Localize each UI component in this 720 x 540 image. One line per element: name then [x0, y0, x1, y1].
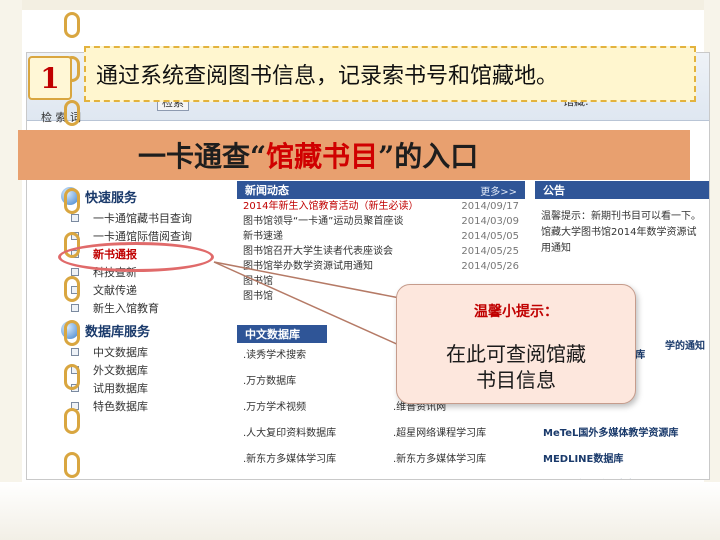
- database-link[interactable]: .新东方多媒体学习库: [237, 447, 387, 473]
- highlight-ellipse: [58, 242, 214, 272]
- news-row-date: 2014/05/25: [461, 246, 519, 257]
- database-link[interactable]: .万方数据库: [237, 369, 387, 395]
- sidebar-item[interactable]: 一卡通馆藏书目查询: [27, 209, 231, 227]
- sidebar-item-label: 试用数据库: [93, 382, 148, 395]
- news-row-date: 2014/09/17: [461, 201, 519, 212]
- news-title: 新闻动态: [245, 184, 289, 197]
- background-stripe-top: [0, 0, 720, 10]
- news-row-title: 图书馆: [243, 276, 273, 287]
- sidebar-item-label: 一卡通馆藏书目查询: [93, 212, 192, 225]
- news-row-title: 2014年新生入馆教育活动（新生必读）: [243, 201, 419, 212]
- callout-body: 在此可查阅馆藏 书目信息: [397, 341, 635, 393]
- sidebar-item-label: 中文数据库: [93, 346, 148, 359]
- sidebar-item[interactable]: 特色数据库: [27, 397, 231, 415]
- callout-line-2: 书目信息: [476, 368, 556, 392]
- banner-suffix: ”的入口: [378, 140, 479, 173]
- database-link[interactable]: .台湾华艺期刊学位数据库平台: [237, 473, 387, 479]
- spiral-ring: [64, 408, 80, 434]
- notice-line[interactable]: 馆藏大学图书馆2014年数学资源试用通知: [541, 225, 705, 257]
- banner-highlight: 馆藏书目: [266, 140, 379, 173]
- database-link: [387, 473, 537, 479]
- bottom-area: [0, 482, 720, 540]
- sidebar-item[interactable]: 外文数据库: [27, 361, 231, 379]
- tip-callout: 温馨小提示： 在此可查阅馆藏 书目信息: [396, 284, 636, 404]
- sidebar-item[interactable]: 文献传递: [27, 281, 231, 299]
- entry-banner: 一卡通查“ 馆藏书目 ”的入口: [18, 130, 690, 180]
- database-link[interactable]: MeTeL外语学习数据库: [537, 473, 709, 479]
- spiral-ring: [64, 276, 80, 302]
- sidebar-section-title: 快速服务: [85, 190, 138, 206]
- news-row-title: 新书速递: [243, 231, 283, 242]
- callout-line-1: 在此可查阅馆藏: [446, 342, 586, 366]
- notice-header: 公告: [535, 181, 709, 199]
- news-row[interactable]: 2014年新生入馆教育活动（新生必读） 2014/09/17: [237, 199, 525, 214]
- sidebar-item[interactable]: 中文数据库: [27, 343, 231, 361]
- callout-title: 温馨小提示：: [474, 304, 558, 320]
- news-row[interactable]: 图书馆领导“一卡通”运动员聚首座谈 2014/03/09: [237, 214, 525, 229]
- sidebar: 快速服务 一卡通馆藏书目查询 一卡通馆际借阅查询 新书通报 科技查新 文献传递 新生入馆教育…: [27, 183, 231, 479]
- sidebar-section: 数据库服务: [27, 317, 231, 343]
- news-row-title: 图书馆: [243, 291, 273, 302]
- instruction-note: 通过系统查阅图书信息，记录索书号和馆藏地。: [84, 46, 696, 102]
- sidebar-item-label: 外文数据库: [93, 364, 148, 377]
- spiral-ring: [64, 188, 80, 214]
- database-link[interactable]: .万方学术视频: [237, 395, 387, 421]
- banner-prefix: 一卡通查“: [138, 140, 267, 173]
- spiral-ring: [64, 364, 80, 390]
- news-header: 新闻动态 更多>>: [237, 181, 525, 199]
- news-row[interactable]: 新书速递 2014/05/05: [237, 229, 525, 244]
- sidebar-item-label: 特色数据库: [93, 400, 148, 413]
- sidebar-item-label: 新生入馆教育: [93, 302, 159, 315]
- notice-title: 公告: [543, 184, 565, 197]
- sidebar-section: 快速服务: [27, 183, 231, 209]
- news-row-date: 2014/05/26: [461, 261, 519, 272]
- spiral-ring: [64, 320, 80, 346]
- spiral-ring: [64, 452, 80, 478]
- sidebar-item[interactable]: 新生入馆教育: [27, 299, 231, 317]
- step-number-icon: 1: [28, 56, 72, 100]
- sidebar-item[interactable]: 试用数据库: [27, 379, 231, 397]
- database-link[interactable]: .人大复印资料数据库: [237, 421, 387, 447]
- background-stripe-left: [0, 0, 22, 540]
- news-row[interactable]: 图书馆举办数学资源试用通知 2014/05/26: [237, 259, 525, 274]
- spiral-ring: [64, 100, 80, 126]
- cdb-title: 中文数据库: [245, 328, 300, 341]
- database-link[interactable]: .读秀学术搜索: [237, 343, 387, 369]
- news-more-link[interactable]: 更多>>: [480, 183, 517, 198]
- cdb-header: 中文数据库: [237, 325, 327, 343]
- sidebar-item-label: 文献传递: [93, 284, 137, 297]
- spiral-ring: [64, 12, 80, 38]
- news-row-title: 图书馆领导“一卡通”运动员聚首座谈: [243, 216, 404, 227]
- news-row-title: 图书馆召开大学生读者代表座谈会: [243, 246, 393, 257]
- news-row-date: 2014/03/09: [461, 216, 519, 227]
- notice-line[interactable]: 温馨提示：新期刊书目可以看一下。: [541, 209, 705, 225]
- database-link[interactable]: .新东方多媒体学习库: [387, 447, 537, 473]
- instruction-text: 通过系统查阅图书信息，记录索书号和馆藏地。: [96, 64, 559, 89]
- news-row-title: 图书馆举办数学资源试用通知: [243, 261, 373, 272]
- news-row-date: 2014/05/05: [461, 231, 519, 242]
- news-row[interactable]: 图书馆召开大学生读者代表座谈会 2014/05/25: [237, 244, 525, 259]
- sidebar-section-title: 数据库服务: [85, 324, 151, 340]
- database-link[interactable]: MeTeL国外多媒体教学资源库: [537, 421, 709, 447]
- database-link[interactable]: .超星网络课程学习库: [387, 421, 537, 447]
- database-link[interactable]: MEDLINE数据库: [537, 447, 709, 473]
- step-number: 1: [40, 61, 60, 95]
